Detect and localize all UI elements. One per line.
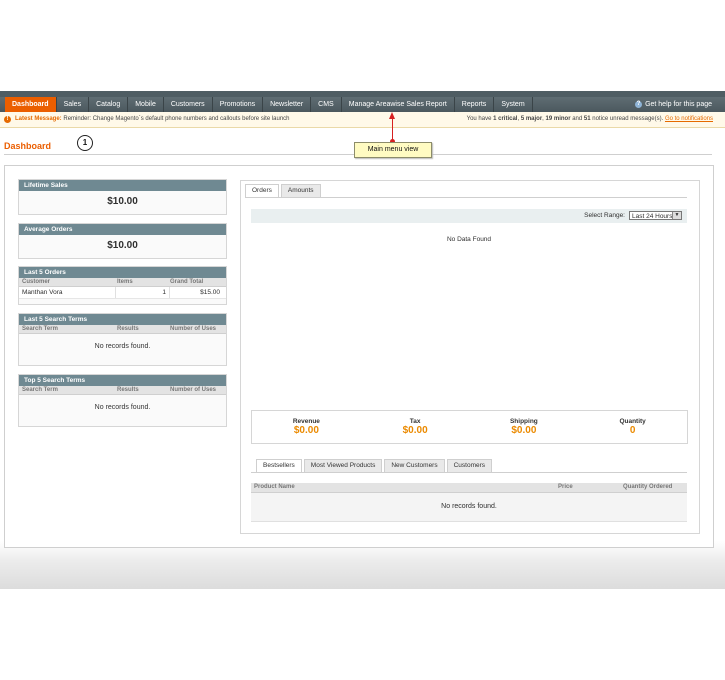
nav-newsletter[interactable]: Newsletter <box>263 97 312 112</box>
total-label: Tax <box>409 418 421 425</box>
lifetime-sales-title: Lifetime Sales <box>19 180 226 191</box>
total-value: $0.00 <box>402 425 428 436</box>
col-items[interactable]: Items <box>114 278 167 286</box>
top-search-title: Top 5 Search Terms <box>19 375 226 386</box>
total-value: $0.00 <box>511 425 537 436</box>
nav-reports[interactable]: Reports <box>455 97 495 112</box>
latest-message: Latest Message: Reminder: Change Magento… <box>15 112 290 127</box>
summary-and: and <box>572 116 583 122</box>
critical-count: 1 critical <box>493 116 518 122</box>
col-search-term[interactable]: Search Term <box>19 325 114 333</box>
help-link[interactable]: ? Get help for this page <box>635 97 712 112</box>
total-value: 0 <box>629 425 636 436</box>
major-count: 5 major <box>520 116 543 122</box>
col-number-of-uses[interactable]: Number of Uses <box>167 325 225 333</box>
last-orders-header: Customer Items Grand Total <box>19 278 226 287</box>
nav-promotions[interactable]: Promotions <box>213 97 264 112</box>
latest-message-text: Reminder: Change Magento`s default phone… <box>63 116 290 122</box>
average-orders-box: Average Orders $10.00 <box>18 223 227 259</box>
total-tax: Tax $0.00 <box>361 411 470 443</box>
nav-cms[interactable]: CMS <box>311 97 342 112</box>
latest-message-label: Latest Message: <box>15 116 62 122</box>
total-shipping: Shipping $0.00 <box>470 411 579 443</box>
notification-summary: You have 1 critical, 5 major, 19 minor a… <box>466 116 713 122</box>
col-price[interactable]: Price <box>558 483 573 492</box>
help-icon: ? <box>635 101 643 108</box>
main-menu: Dashboard Sales Catalog Mobile Customers… <box>0 97 725 112</box>
tab-customers[interactable]: Customers <box>446 459 493 472</box>
totals-bar: Revenue $0.00 Tax $0.00 Shipping $0.00 Q… <box>251 410 688 444</box>
bestsellers-empty: No records found. <box>251 493 687 522</box>
chart-tabs: Orders Amounts <box>245 184 323 197</box>
range-bar: Select Range: Last 24 Hours ▼ <box>251 209 687 223</box>
minor-count: 19 minor <box>545 116 571 122</box>
range-value: Last 24 Hours <box>632 213 673 220</box>
average-orders-value: $10.00 <box>107 240 138 251</box>
last-orders-title: Last 5 Orders <box>19 267 226 278</box>
chart-empty-message: No Data Found <box>446 236 492 243</box>
tab-most-viewed[interactable]: Most Viewed Products <box>303 459 383 472</box>
tab-amounts[interactable]: Amounts <box>280 184 321 197</box>
top-search-box: Top 5 Search Terms Search Term Results N… <box>18 374 227 427</box>
col-results[interactable]: Results <box>114 325 167 333</box>
top-search-empty: No records found. <box>94 404 151 411</box>
col-product-name[interactable]: Product Name <box>254 483 295 492</box>
last-search-empty: No records found. <box>94 343 151 350</box>
annotation-callout: Main menu view <box>354 142 432 158</box>
lifetime-sales-box: Lifetime Sales $10.00 <box>18 179 227 215</box>
last-search-box: Last 5 Search Terms Search Term Results … <box>18 313 227 366</box>
summary-suffix: notice unread message(s). <box>592 116 664 122</box>
range-select[interactable]: Last 24 Hours ▼ <box>629 211 682 220</box>
nav-dashboard[interactable]: Dashboard <box>5 97 57 112</box>
order-customer: Manthan Vora <box>19 287 116 298</box>
table-row[interactable]: Manthan Vora 1 $15.00 <box>19 287 226 299</box>
bottom-tabs-divider <box>251 472 687 473</box>
nav-mobile[interactable]: Mobile <box>128 97 164 112</box>
col-grand-total[interactable]: Grand Total <box>167 278 225 286</box>
annotation-arrow <box>392 118 393 141</box>
chart-tabs-divider <box>245 197 687 198</box>
lifetime-sales-value: $10.00 <box>107 196 138 207</box>
summary-prefix: You have <box>466 116 492 122</box>
chevron-down-icon: ▼ <box>672 212 681 219</box>
nav-areawise-report[interactable]: Manage Areawise Sales Report <box>342 97 455 112</box>
chart-panel <box>240 180 700 534</box>
notice-count: 51 <box>583 116 591 122</box>
average-orders-title: Average Orders <box>19 224 226 235</box>
tab-new-customers[interactable]: New Customers <box>384 459 445 472</box>
col-search-term[interactable]: Search Term <box>19 386 114 394</box>
nav-sales[interactable]: Sales <box>57 97 90 112</box>
col-quantity-ordered[interactable]: Quantity Ordered <box>623 483 672 492</box>
last-search-title: Last 5 Search Terms <box>19 314 226 325</box>
col-number-of-uses[interactable]: Number of Uses <box>167 386 225 394</box>
help-label: Get help for this page <box>645 101 712 108</box>
nav-system[interactable]: System <box>494 97 533 112</box>
order-items: 1 <box>116 287 170 298</box>
total-value: $0.00 <box>293 425 319 436</box>
col-customer[interactable]: Customer <box>19 278 114 286</box>
last-orders-box: Last 5 Orders Customer Items Grand Total… <box>18 266 227 305</box>
nav-catalog[interactable]: Catalog <box>89 97 129 112</box>
total-label: Revenue <box>292 418 320 425</box>
tab-orders[interactable]: Orders <box>245 184 279 197</box>
tab-bestsellers[interactable]: Bestsellers <box>256 459 302 472</box>
annotation-marker: 1 <box>77 135 93 151</box>
warning-icon: ! <box>4 116 11 123</box>
nav-customers[interactable]: Customers <box>164 97 213 112</box>
order-total: $15.00 <box>200 289 220 296</box>
top-search-header: Search Term Results Number of Uses <box>19 386 226 395</box>
total-quantity: Quantity 0 <box>578 411 687 443</box>
range-label: Select Range: <box>584 212 625 219</box>
bestsellers-header: Product Name Price Quantity Ordered <box>251 483 687 493</box>
col-results[interactable]: Results <box>114 386 167 394</box>
notifications-link[interactable]: Go to notifications <box>665 116 713 122</box>
total-label: Quantity <box>619 418 646 425</box>
last-search-header: Search Term Results Number of Uses <box>19 325 226 334</box>
total-revenue: Revenue $0.00 <box>252 411 361 443</box>
bottom-tabs: Bestsellers Most Viewed Products New Cus… <box>256 459 494 472</box>
page-title: Dashboard <box>4 141 52 151</box>
notification-bar: ! Latest Message: Reminder: Change Magen… <box>0 112 725 128</box>
total-label: Shipping <box>509 418 538 425</box>
